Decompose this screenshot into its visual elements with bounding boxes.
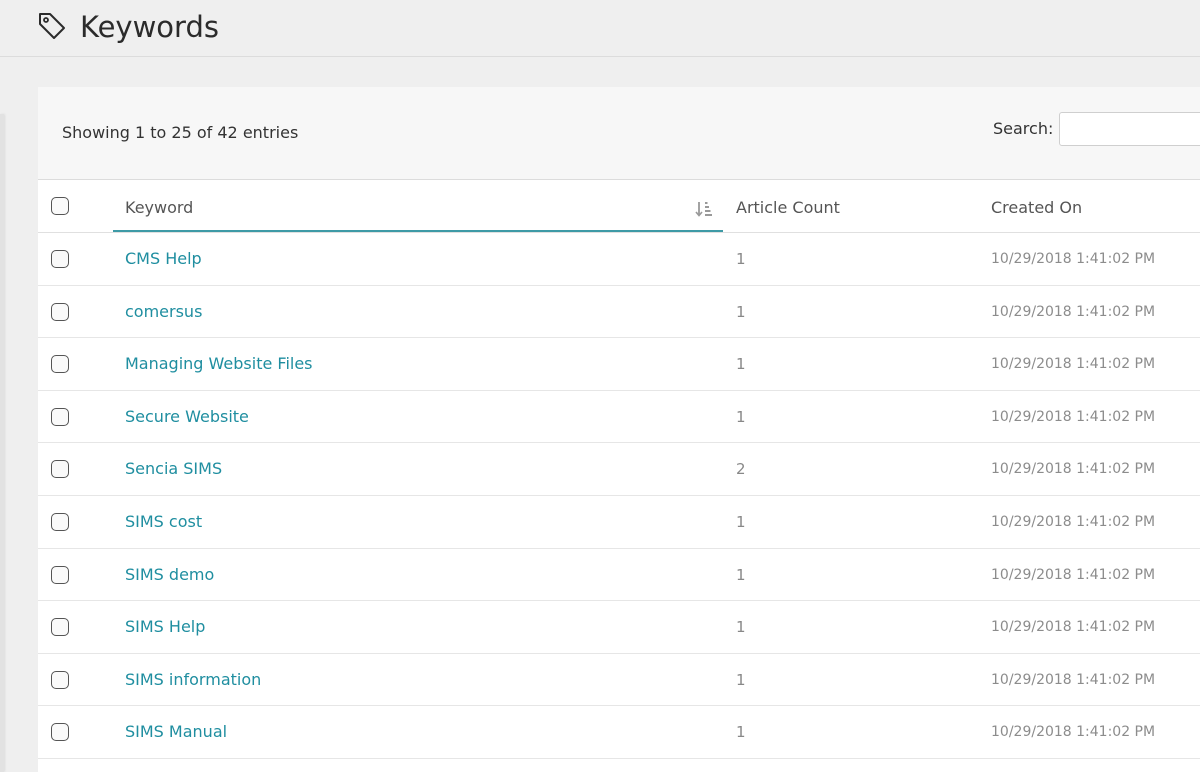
created-on: 10/29/2018 1:41:02 PM bbox=[991, 408, 1156, 425]
keyword-link[interactable]: Secure Website bbox=[125, 391, 249, 443]
select-all-checkbox[interactable] bbox=[51, 197, 69, 215]
created-on: 10/29/2018 1:41:02 PM bbox=[991, 619, 1156, 636]
table-row: CMS Help 1 10/29/2018 1:41:02 PM bbox=[38, 233, 1200, 286]
sidebar-edge bbox=[0, 114, 4, 772]
table-row: SIMS demo 1 10/29/2018 1:41:02 PM bbox=[38, 549, 1200, 602]
keyword-link[interactable]: SIMS Manual bbox=[125, 706, 227, 758]
article-count: 1 bbox=[736, 250, 746, 268]
created-on: 10/29/2018 1:41:02 PM bbox=[991, 461, 1156, 478]
created-on: 10/29/2018 1:41:02 PM bbox=[991, 513, 1156, 530]
row-checkbox[interactable] bbox=[51, 670, 69, 689]
table-row: Managing Website Files 1 10/29/2018 1:41… bbox=[38, 338, 1200, 391]
keyword-link[interactable]: SIMS Help bbox=[125, 601, 205, 653]
table-header: Keyword Article Count Created On bbox=[38, 180, 1200, 233]
column-header-created-on[interactable]: Created On bbox=[991, 180, 1082, 232]
row-checkbox[interactable] bbox=[51, 302, 69, 321]
article-count: 1 bbox=[736, 512, 746, 531]
created-on: 10/29/2018 1:41:02 PM bbox=[991, 303, 1156, 320]
row-checkbox[interactable] bbox=[51, 512, 69, 531]
row-checkbox[interactable] bbox=[51, 250, 69, 268]
page-header: Keywords bbox=[0, 0, 1200, 57]
article-count: 1 bbox=[736, 355, 746, 374]
row-checkbox[interactable] bbox=[51, 723, 69, 742]
row-checkbox[interactable] bbox=[51, 565, 69, 584]
table-toolbar: Showing 1 to 25 of 42 entries Search: bbox=[38, 87, 1200, 180]
created-on: 10/29/2018 1:41:02 PM bbox=[991, 251, 1156, 267]
table-row: SIMS Manual 1 10/29/2018 1:41:02 PM bbox=[38, 706, 1200, 759]
row-checkbox[interactable] bbox=[51, 407, 69, 426]
keyword-link[interactable]: Sencia SIMS bbox=[125, 443, 222, 495]
created-on: 10/29/2018 1:41:02 PM bbox=[991, 356, 1156, 373]
article-count: 2 bbox=[736, 460, 746, 479]
keyword-link[interactable]: Managing Website Files bbox=[125, 338, 313, 390]
article-count: 1 bbox=[736, 670, 746, 689]
article-count: 1 bbox=[736, 723, 746, 742]
column-header-keyword[interactable]: Keyword bbox=[113, 180, 723, 232]
search-label: Search: bbox=[993, 119, 1054, 138]
keywords-panel: Showing 1 to 25 of 42 entries Search: Ke… bbox=[38, 87, 1200, 772]
column-header-article-count[interactable]: Article Count bbox=[736, 180, 840, 232]
table-body: CMS Help 1 10/29/2018 1:41:02 PM comersu… bbox=[38, 233, 1200, 759]
row-checkbox[interactable] bbox=[51, 460, 69, 479]
table-row: Sencia SIMS 2 10/29/2018 1:41:02 PM bbox=[38, 443, 1200, 496]
table-row: SIMS Help 1 10/29/2018 1:41:02 PM bbox=[38, 601, 1200, 654]
keyword-link[interactable]: CMS Help bbox=[125, 233, 202, 285]
column-label-keyword: Keyword bbox=[125, 198, 194, 217]
article-count: 1 bbox=[736, 407, 746, 426]
keyword-link[interactable]: SIMS cost bbox=[125, 496, 202, 548]
created-on: 10/29/2018 1:41:02 PM bbox=[991, 566, 1156, 583]
sort-descending-icon[interactable] bbox=[695, 200, 713, 218]
keyword-link[interactable]: comersus bbox=[125, 286, 202, 338]
created-on: 10/29/2018 1:41:02 PM bbox=[991, 724, 1156, 741]
article-count: 1 bbox=[736, 302, 746, 321]
keyword-link[interactable]: SIMS information bbox=[125, 654, 261, 706]
search-input[interactable] bbox=[1059, 112, 1200, 146]
created-on: 10/29/2018 1:41:02 PM bbox=[991, 671, 1156, 688]
table-row: SIMS information 1 10/29/2018 1:41:02 PM bbox=[38, 654, 1200, 707]
row-checkbox[interactable] bbox=[51, 355, 69, 374]
table-row: Secure Website 1 10/29/2018 1:41:02 PM bbox=[38, 391, 1200, 444]
keyword-link[interactable]: SIMS demo bbox=[125, 549, 214, 601]
table-info: Showing 1 to 25 of 42 entries bbox=[62, 123, 299, 142]
article-count: 1 bbox=[736, 618, 746, 637]
article-count: 1 bbox=[736, 565, 746, 584]
table-row: comersus 1 10/29/2018 1:41:02 PM bbox=[38, 286, 1200, 339]
page-title: Keywords bbox=[80, 10, 219, 44]
tag-icon bbox=[39, 13, 65, 39]
table-row: SIMS cost 1 10/29/2018 1:41:02 PM bbox=[38, 496, 1200, 549]
row-checkbox[interactable] bbox=[51, 618, 69, 637]
